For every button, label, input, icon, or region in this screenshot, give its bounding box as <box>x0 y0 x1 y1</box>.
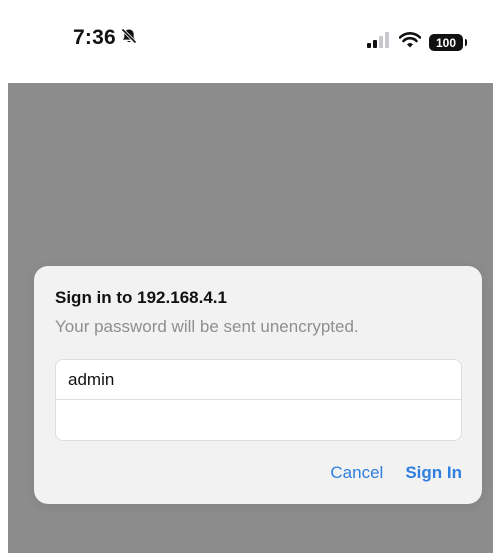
cancel-button[interactable]: Cancel <box>330 463 383 483</box>
username-input[interactable] <box>56 360 461 400</box>
status-bar: 7:36 100 <box>0 0 493 83</box>
wifi-icon <box>398 32 422 53</box>
dialog-actions: Cancel Sign In <box>330 463 462 483</box>
cellular-signal-icon <box>367 32 391 53</box>
sign-in-dialog: Sign in to 192.168.4.1 Your password wil… <box>34 266 482 504</box>
dialog-title: Sign in to 192.168.4.1 <box>55 288 227 307</box>
status-time: 7:36 <box>73 26 116 49</box>
credential-fields <box>55 359 462 441</box>
password-input[interactable] <box>56 400 461 440</box>
bell-slash-icon <box>120 27 138 50</box>
status-indicators: 100 <box>367 32 467 53</box>
battery-level: 100 <box>435 35 457 50</box>
status-time-group: 7:36 <box>73 26 138 50</box>
sign-in-button[interactable]: Sign In <box>405 463 462 483</box>
battery-icon: 100 <box>429 34 467 51</box>
dialog-message: Your password will be sent unencrypted. <box>55 317 359 336</box>
